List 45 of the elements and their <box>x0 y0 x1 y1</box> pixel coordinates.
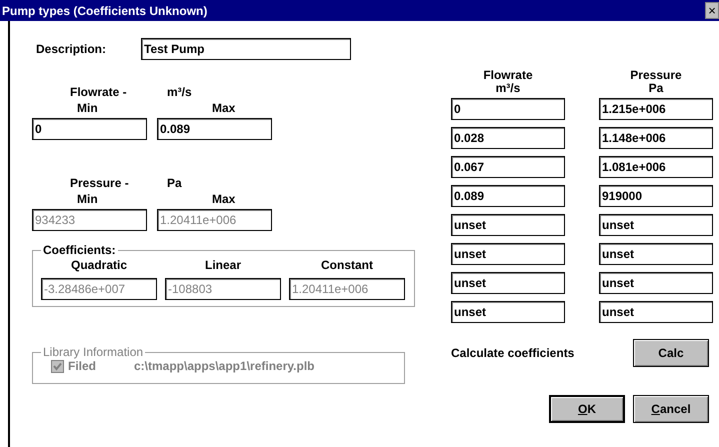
column-label: Quadratic <box>70 257 128 272</box>
input-field[interactable]: Test Pump <box>141 38 351 60</box>
input-field[interactable]: 0 <box>32 118 147 140</box>
input-field[interactable]: unset <box>450 214 565 236</box>
column-label: Linear <box>204 257 242 272</box>
input-field[interactable]: unset <box>450 272 565 294</box>
min-label: Min <box>76 192 99 208</box>
input-field[interactable]: unset <box>450 243 565 265</box>
input-field[interactable]: unset <box>598 243 713 265</box>
input-field[interactable]: unset <box>598 301 713 323</box>
input-field[interactable]: 0.067 <box>450 156 565 178</box>
calculate-label: Calculate coefficients <box>450 346 574 360</box>
file-path: c:\tmapp\apps\app1\refinery.plb <box>134 359 314 373</box>
max-label: Max <box>211 192 236 208</box>
unit-label: Pa <box>166 176 182 192</box>
group-title: Library Information <box>42 345 144 359</box>
dialog-button[interactable]: Cancel <box>632 395 709 423</box>
close-button[interactable]: × <box>705 2 719 19</box>
column-header: Pressure <box>629 68 683 78</box>
input-field[interactable]: 0.089 <box>450 185 565 207</box>
input-field[interactable]: 0 <box>450 98 565 120</box>
unit-label: m³/s <box>494 81 522 91</box>
input-field[interactable]: 1.081e+006 <box>598 156 713 178</box>
range-label: Flowrate - <box>69 85 128 101</box>
input-field[interactable]: 0.089 <box>157 118 272 140</box>
input-field[interactable]: 1.148e+006 <box>598 127 713 149</box>
input-field[interactable]: 1.215e+006 <box>598 98 713 120</box>
unit-label: m³/s <box>166 85 192 101</box>
dialog-button[interactable]: OK <box>548 395 625 423</box>
unit-label: Pa <box>648 81 664 91</box>
group-title: Coefficients: <box>42 243 117 257</box>
input-field[interactable]: 919000 <box>598 185 713 207</box>
input-field[interactable]: unset <box>450 301 565 323</box>
window-title: Pump types (Coefficients Unknown) <box>2 4 208 18</box>
column-label: Constant <box>320 257 374 272</box>
input-field[interactable]: 0.028 <box>450 127 565 149</box>
min-label: Min <box>76 101 99 117</box>
range-label: Pressure - <box>69 176 130 192</box>
input-field[interactable]: unset <box>598 214 713 236</box>
max-label: Max <box>211 101 236 117</box>
calc-button[interactable]: Calc <box>632 339 709 367</box>
input-field[interactable]: unset <box>598 272 713 294</box>
column-header: Flowrate <box>482 68 534 78</box>
checkbox-label: Filed <box>68 359 98 373</box>
description-label: Description: <box>35 42 108 56</box>
